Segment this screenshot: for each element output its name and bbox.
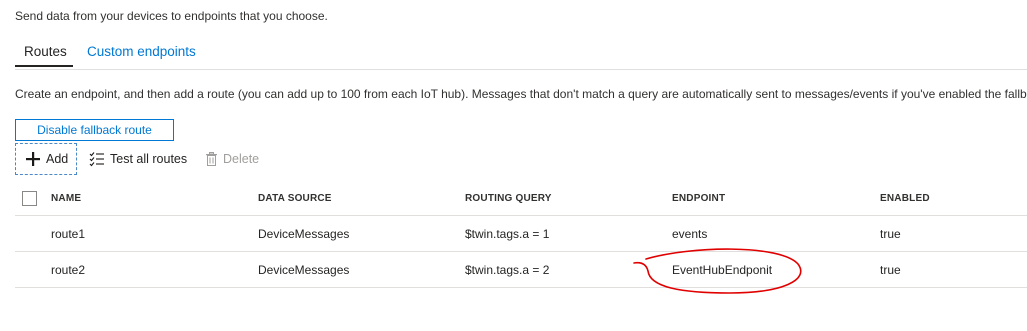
checklist-icon — [89, 151, 105, 167]
column-header-endpoint[interactable]: ENDPOINT — [672, 181, 725, 215]
disable-fallback-route-button[interactable]: Disable fallback route — [15, 119, 174, 141]
route-data-source: DeviceMessages — [258, 226, 350, 241]
route-query: $twin.tags.a = 2 — [465, 262, 550, 277]
iot-hub-message-routing: Send data from your devices to endpoints… — [0, 0, 1027, 331]
route-name: route2 — [51, 262, 86, 277]
tab-custom-endpoints[interactable]: Custom endpoints — [87, 44, 196, 59]
route-name: route1 — [51, 226, 86, 241]
route-enabled: true — [880, 262, 901, 277]
select-all-cell — [22, 181, 37, 215]
delete-route-label: Delete — [223, 152, 260, 166]
column-header-routing-query[interactable]: ROUTING QUERY — [465, 181, 552, 215]
tab-bar: Routes Custom endpoints — [15, 44, 1027, 70]
table-row[interactable]: route2 DeviceMessages $twin.tags.a = 2 E… — [15, 252, 1027, 288]
test-all-routes-label: Test all routes — [110, 152, 188, 166]
intro-text: Send data from your devices to endpoints… — [15, 9, 328, 23]
routes-description: Create an endpoint, and then add a route… — [15, 87, 1027, 101]
select-all-checkbox[interactable] — [22, 190, 37, 206]
route-endpoint: EventHubEndponit — [672, 262, 773, 277]
tab-routes[interactable]: Routes — [24, 44, 67, 59]
routes-table: NAME DATA SOURCE ROUTING QUERY ENDPOINT … — [15, 181, 1027, 288]
add-route-button[interactable]: Add — [15, 143, 77, 175]
column-header-data-source[interactable]: DATA SOURCE — [258, 181, 332, 215]
column-header-enabled[interactable]: ENABLED — [880, 181, 930, 215]
delete-route-button[interactable]: Delete — [205, 143, 259, 175]
route-data-source: DeviceMessages — [258, 262, 350, 277]
add-route-label: Add — [46, 152, 69, 166]
table-header-row: NAME DATA SOURCE ROUTING QUERY ENDPOINT … — [15, 181, 1027, 216]
column-header-name[interactable]: NAME — [51, 181, 81, 215]
trash-icon — [205, 152, 218, 166]
active-tab-indicator — [15, 65, 73, 67]
routes-toolbar: Add Test all routes Delete — [15, 143, 415, 177]
route-endpoint: events — [672, 226, 708, 241]
plus-icon — [25, 151, 41, 167]
table-row[interactable]: route1 DeviceMessages $twin.tags.a = 1 e… — [15, 216, 1027, 252]
route-enabled: true — [880, 226, 901, 241]
test-all-routes-button[interactable]: Test all routes — [89, 143, 187, 175]
tab-divider — [15, 69, 1027, 70]
route-query: $twin.tags.a = 1 — [465, 226, 550, 241]
